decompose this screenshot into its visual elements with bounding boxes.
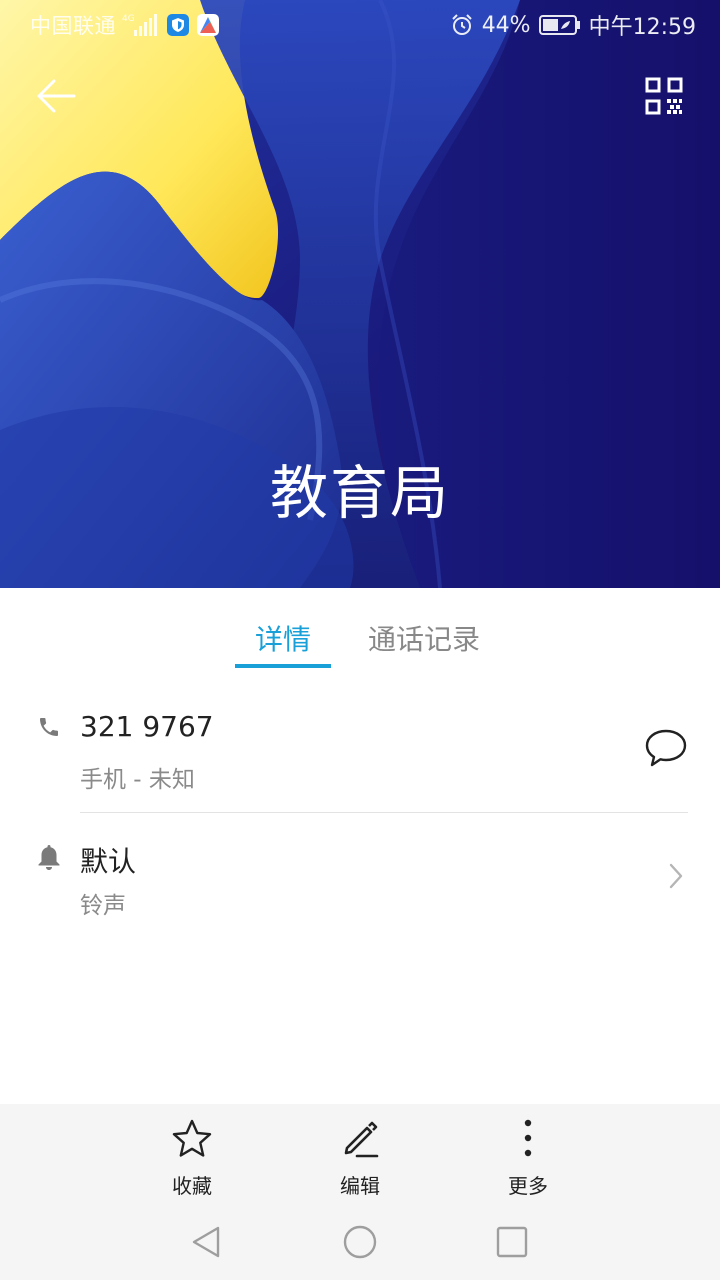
more-vertical-icon [507,1118,549,1160]
more-label: 更多 [508,1174,548,1198]
edit-label: 编辑 [340,1174,380,1198]
message-bubble-icon [645,729,687,767]
status-bar: 中国联通 4G 44% 中午12:59 [0,0,720,50]
back-arrow-icon [37,79,76,113]
network-type-text: 4G [122,14,135,24]
tab-details-label: 详情 [254,623,311,656]
nav-home-button[interactable] [340,1222,380,1262]
qr-code-icon [645,77,683,115]
phone-number: 321 9767 [80,710,214,743]
phone-icon [36,714,62,740]
edit-button[interactable]: 编辑 [310,1104,410,1204]
maps-app-icon [196,13,220,37]
qr-code-button[interactable] [636,70,692,122]
detail-tabs: 详情 通话记录 [0,588,720,672]
battery-icon [538,14,581,36]
clock: 中午12:59 [588,15,696,40]
favorite-button[interactable]: 收藏 [142,1104,242,1204]
tab-call-log[interactable]: 通话记录 [363,588,485,672]
signal-icon: 4G [122,12,160,38]
nav-recents-icon [496,1226,528,1258]
nav-recents-button[interactable] [492,1222,532,1262]
contact-action-bar: 收藏 编辑 更多 [0,1104,720,1204]
nav-back-button[interactable] [186,1222,226,1262]
contact-name: 教育局 [269,459,450,527]
contact-header: 中国联通 4G 44% 中午12:59 教育局 [0,0,720,588]
nav-back-icon [192,1226,220,1258]
ringtone-row[interactable]: 默认 铃声 [0,812,720,932]
chevron-right-icon [666,862,686,890]
send-message-button[interactable] [642,724,690,772]
back-button[interactable] [28,70,84,122]
more-button[interactable]: 更多 [478,1104,578,1204]
phone-number-row[interactable]: 321 9767 手机 - 未知 [0,690,720,812]
star-outline-icon [171,1118,213,1160]
tab-call-log-label: 通话记录 [367,623,480,656]
battery-percent: 44% [481,12,531,38]
tab-details[interactable]: 详情 [235,588,331,672]
phone-label: 手机 - 未知 [80,767,195,793]
contact-detail-screen: 中国联通 4G 44% 中午12:59 教育局 详情 通话记录 321 9767… [0,0,720,1280]
tab-selected-indicator [235,664,331,668]
nav-home-icon [343,1225,377,1259]
shield-app-icon [166,13,190,37]
carrier-name: 中国联通 [30,14,116,38]
ringtone-label: 铃声 [80,893,126,919]
pencil-icon [339,1118,381,1160]
favorite-label: 收藏 [172,1174,212,1198]
bell-icon [36,844,62,870]
alarm-icon [450,13,474,37]
ringtone-value: 默认 [80,845,137,878]
system-navigation-bar [0,1204,720,1280]
status-bar-left: 中国联通 4G [30,10,220,40]
status-bar-right: 44% 中午12:59 [450,10,696,40]
